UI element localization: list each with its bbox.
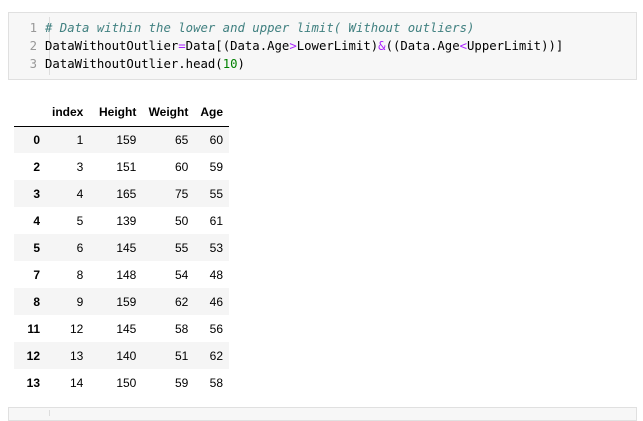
cell-age: 48 [209,267,224,282]
cell-height: 159 [116,294,137,309]
table-row: 8 9 159 62 46 [14,288,230,315]
cell-height: 148 [116,267,137,282]
cell-height: 159 [116,132,137,147]
cell-weight: 55 [174,240,189,255]
table-row: 3 4 165 75 55 [14,180,230,207]
cell-index: 9 [76,294,84,309]
cell-age: 59 [209,159,224,174]
cell-weight: 59 [174,375,189,390]
code-token-plain: LowerLimit) [296,39,379,53]
cell-weight: 75 [174,186,189,201]
row-index-label: 13 [26,375,40,390]
code-token-op: = [178,39,186,53]
row-index-label: 2 [33,159,40,174]
cell-age: 61 [209,213,224,228]
line-number: 2 [29,39,37,53]
code-token-op: > [289,39,297,53]
cell-age: 46 [209,294,224,309]
column-header-weight: Weight [142,99,195,127]
index-column-header [14,99,46,127]
cell-index: 13 [69,348,84,363]
row-index-label: 8 [33,294,40,309]
line-number: 1 [29,21,37,35]
code-line[interactable]: 1 # Data within the lower and upper limit… [9,19,475,37]
code-token-plain: DataWithoutOutlier.head( [45,57,223,71]
table-header-row: index Height Weight Age [14,99,230,127]
cell-weight: 62 [174,294,189,309]
table-row: 11 12 145 58 56 [14,315,229,342]
cell-weight: 51 [174,348,189,363]
cell-age: 58 [209,375,224,390]
table-row: 4 5 139 50 61 [14,207,229,234]
cell-age: 53 [209,240,224,255]
cell-height: 150 [116,375,137,390]
cell-height: 151 [116,159,137,174]
next-code-cell[interactable] [8,407,637,421]
code-token-plain: DataWithoutOutlier [45,39,179,53]
cell-index: 4 [76,186,84,201]
column-header-age: Age [194,99,230,127]
cell-age: 62 [209,348,224,363]
column-header-height: Height [89,99,143,127]
cell-index: 12 [69,321,84,336]
cell-height: 165 [116,186,137,201]
dataframe-output-table: index Height Weight Age 0 1 159 65 60 2 3 151 60… [14,99,230,396]
code-token-op: & [378,39,386,53]
row-index-label: 5 [33,240,40,255]
row-index-label: 12 [26,348,40,363]
cell-index: 14 [69,375,84,390]
table-row: 13 14 150 59 58 [14,369,229,396]
code-token-plain: UpperLimit))] [467,39,564,53]
cell-age: 55 [209,186,224,201]
code-token-plain: ) [237,57,245,71]
cell-weight: 58 [174,321,189,336]
code-token-num: 10 [222,57,238,71]
cell-index: 8 [76,267,84,282]
code-line[interactable]: 3 DataWithoutOutlier.head(10) [9,55,245,73]
code-token-plain: ((Data.Age [385,39,460,53]
cell-index: 5 [76,213,84,228]
table-row: 5 6 145 55 53 [14,234,230,261]
table-row: 0 1 159 65 60 [14,126,230,153]
cell-weight: 60 [174,159,189,174]
row-index-label: 7 [33,267,40,282]
table-body: 0 1 159 65 60 2 3 151 60 59 3 4 165 75 55 4 5 139 50 61 5 6 14… [14,126,230,396]
table-row: 7 8 148 54 48 [14,261,229,288]
cell-weight: 65 [174,132,189,147]
line-number: 3 [29,57,37,71]
code-line[interactable]: 2 DataWithoutOutlier=Data[(Data.Age>Lower… [9,37,564,55]
table-row: 12 13 140 51 62 [14,342,230,369]
code-token-op: < [459,39,468,53]
row-index-label: 0 [33,132,40,147]
cell-weight: 50 [174,213,189,228]
code-token-plain: Data[(Data.Age [185,39,290,53]
line-number-gutter-divider [49,410,50,416]
cell-height: 145 [116,240,137,255]
cell-height: 140 [116,348,137,363]
code-token-comment: # Data within the lower and upper limit(… [45,21,475,35]
cell-index: 6 [76,240,84,255]
row-index-label: 11 [27,321,40,336]
cell-height: 145 [116,321,137,336]
cell-index: 1 [76,132,84,147]
row-index-label: 3 [33,186,40,201]
row-index-label: 4 [33,213,40,228]
cell-index: 3 [76,159,84,174]
cell-height: 139 [116,213,137,228]
column-header-index: index [46,99,90,127]
table-row: 2 3 151 60 59 [14,153,229,180]
cell-weight: 54 [174,267,189,282]
cell-age: 56 [209,321,224,336]
code-cell[interactable]: 1 # Data within the lower and upper limit… [8,12,637,80]
cell-age: 60 [209,132,224,147]
